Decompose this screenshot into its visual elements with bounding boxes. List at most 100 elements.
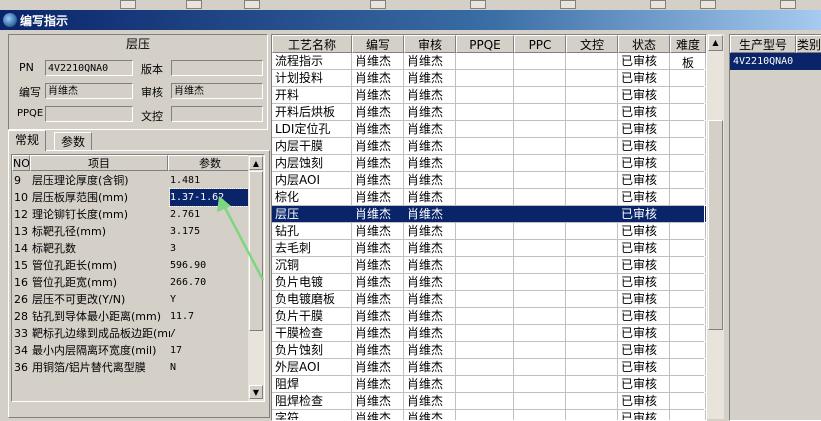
col-header-no[interactable]: NO — [12, 155, 30, 171]
col-header-difficulty[interactable]: 难度板 — [670, 35, 706, 70]
doc-control-field[interactable] — [171, 106, 263, 122]
toolbar-button[interactable] — [186, 0, 202, 9]
col-header-doc-control[interactable]: 文控 — [566, 35, 618, 53]
pn-field[interactable]: 4V2210QNA0 — [45, 60, 133, 76]
param-value[interactable]: Y — [170, 291, 252, 308]
ppqe-cell — [456, 189, 514, 205]
status-cell: 已审核 — [618, 172, 670, 188]
param-row[interactable]: 33 靶标孔边缘到成品板边距(mm) / — [12, 325, 252, 342]
toolbar-button[interactable] — [650, 0, 666, 9]
process-row[interactable]: 棕化 肖维杰 肖维杰 已审核 — [272, 189, 706, 206]
toolbar-button[interactable] — [560, 0, 576, 9]
ppc-cell — [514, 274, 566, 290]
process-row[interactable]: 外层AOI 肖维杰 肖维杰 已审核 — [272, 359, 706, 376]
scroll-up-icon[interactable]: ▲ — [708, 35, 723, 51]
col-header-status[interactable]: 状态 — [618, 35, 670, 53]
param-value[interactable]: 17 — [170, 342, 252, 359]
col-header-ppc[interactable]: PPC — [514, 35, 566, 53]
toolbar-button[interactable] — [370, 0, 386, 9]
reviewer-cell: 肖维杰 — [404, 342, 456, 358]
difficulty-cell — [670, 138, 706, 154]
col-header-model[interactable]: 生产型号 — [730, 35, 796, 53]
col-header-author[interactable]: 编写 — [352, 35, 404, 53]
difficulty-cell — [670, 257, 706, 273]
ppqe-field[interactable] — [45, 106, 133, 122]
reviewer-cell: 肖维杰 — [404, 410, 456, 420]
author-cell: 肖维杰 — [352, 53, 404, 69]
tab-parameters[interactable]: 参数 — [54, 132, 93, 151]
process-row[interactable]: 钻孔 肖维杰 肖维杰 已审核 — [272, 223, 706, 240]
process-table-scrollbar[interactable]: ▲ — [707, 34, 724, 419]
toolbar-button[interactable] — [700, 0, 716, 9]
param-row[interactable]: 28 钻孔到导体最小距离(mm) 11.7 — [12, 308, 252, 325]
process-row[interactable]: LDI定位孔 肖维杰 肖维杰 已审核 — [272, 121, 706, 138]
toolbar-button[interactable] — [780, 0, 796, 9]
ppqe-cell — [456, 274, 514, 290]
process-name-cell: 内层蚀刻 — [272, 155, 352, 171]
process-name-cell: 外层AOI — [272, 359, 352, 375]
col-header-ppqe[interactable]: PPQE — [456, 35, 514, 53]
process-row[interactable]: 负片干膜 肖维杰 肖维杰 已审核 — [272, 308, 706, 325]
author-cell: 肖维杰 — [352, 87, 404, 103]
version-field[interactable] — [171, 60, 263, 76]
col-header-param[interactable]: 参数 — [168, 155, 252, 171]
process-row[interactable]: 去毛刺 肖维杰 肖维杰 已审核 — [272, 240, 706, 257]
process-row[interactable]: 字符 肖维杰 肖维杰 已审核 — [272, 410, 706, 420]
param-row[interactable]: 34 最小内层隔离环宽度(mil) 17 — [12, 342, 252, 359]
process-row[interactable]: 计划投料 肖维杰 肖维杰 已审核 — [272, 70, 706, 87]
toolbar-button[interactable] — [120, 0, 136, 9]
status-cell: 已审核 — [618, 138, 670, 154]
author-cell: 肖维杰 — [352, 393, 404, 409]
scroll-up-icon[interactable]: ▲ — [249, 156, 263, 170]
status-cell: 已审核 — [618, 206, 670, 222]
ppqe-cell — [456, 206, 514, 222]
doc-control-cell — [566, 155, 618, 171]
process-row[interactable]: 负片蚀刻 肖维杰 肖维杰 已审核 — [272, 342, 706, 359]
process-row[interactable]: 负片电镀 肖维杰 肖维杰 已审核 — [272, 274, 706, 291]
process-row[interactable]: 干膜检查 肖维杰 肖维杰 已审核 — [272, 325, 706, 342]
reviewer-cell: 肖维杰 — [404, 155, 456, 171]
param-row[interactable]: 26 层压不可更改(Y/N) Y — [12, 291, 252, 308]
doc-control-cell — [566, 223, 618, 239]
doc-control-cell — [566, 240, 618, 256]
param-row[interactable]: 36 用铜箔/铝片替代离型膜 N — [12, 359, 252, 376]
process-row[interactable]: 内层干膜 肖维杰 肖维杰 已审核 — [272, 138, 706, 155]
param-row[interactable]: 9 层压理论厚度(含铜) 1.481 — [12, 172, 252, 189]
process-row[interactable]: 沉铜 肖维杰 肖维杰 已审核 — [272, 257, 706, 274]
col-header-reviewer[interactable]: 审核 — [404, 35, 456, 53]
reviewer-cell: 肖维杰 — [404, 104, 456, 120]
process-row[interactable]: 阻焊 肖维杰 肖维杰 已审核 — [272, 376, 706, 393]
param-value[interactable]: N — [170, 359, 252, 376]
author-field[interactable]: 肖维杰 — [45, 83, 133, 99]
difficulty-cell — [670, 342, 706, 358]
status-cell: 已审核 — [618, 376, 670, 392]
tab-general[interactable]: 常规 — [8, 130, 47, 151]
param-value[interactable]: 1.481 — [170, 172, 252, 189]
status-cell: 已审核 — [618, 274, 670, 290]
process-row[interactable]: 开料后烘板 肖维杰 肖维杰 已审核 — [272, 104, 706, 121]
author-cell: 肖维杰 — [352, 138, 404, 154]
col-header-process-name[interactable]: 工艺名称 — [272, 35, 352, 53]
process-row[interactable]: 负电镀磨板 肖维杰 肖维杰 已审核 — [272, 291, 706, 308]
param-value[interactable]: 11.7 — [170, 308, 252, 325]
process-row[interactable]: 开料 肖维杰 肖维杰 已审核 — [272, 87, 706, 104]
toolbar-button[interactable] — [470, 0, 486, 9]
model-row[interactable]: 4V2210QNA0 — [730, 53, 821, 70]
param-item: 标靶孔径(mm) — [32, 225, 107, 238]
scroll-thumb[interactable] — [708, 120, 723, 330]
process-row[interactable]: 内层蚀刻 肖维杰 肖维杰 已审核 — [272, 155, 706, 172]
process-row[interactable]: 内层AOI 肖维杰 肖维杰 已审核 — [272, 172, 706, 189]
reviewer-field[interactable]: 肖维杰 — [171, 83, 263, 99]
col-header-item[interactable]: 项目 — [30, 155, 168, 171]
param-value[interactable]: / — [170, 325, 252, 342]
process-row[interactable]: 层压 肖维杰 肖维杰 已审核 — [272, 206, 706, 223]
status-cell: 已审核 — [618, 121, 670, 137]
col-header-category[interactable]: 类别 — [796, 35, 821, 53]
ppqe-label: PPQE — [17, 108, 44, 119]
toolbar-button[interactable] — [244, 0, 260, 9]
author-cell: 肖维杰 — [352, 172, 404, 188]
scroll-down-icon[interactable]: ▼ — [249, 385, 263, 399]
process-row[interactable]: 流程指示 肖维杰 肖维杰 已审核 — [272, 53, 706, 70]
status-cell: 已审核 — [618, 87, 670, 103]
process-row[interactable]: 阻焊检查 肖维杰 肖维杰 已审核 — [272, 393, 706, 410]
